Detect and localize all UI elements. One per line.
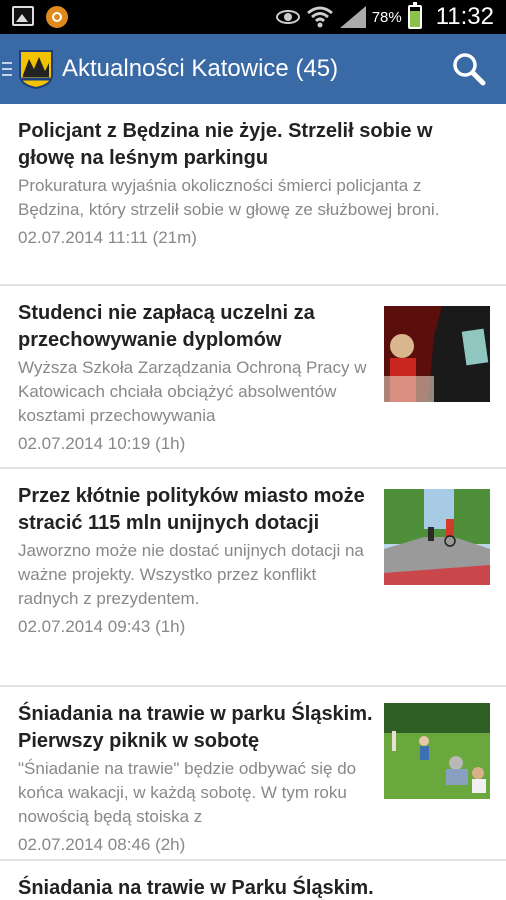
search-icon[interactable] [452,52,486,86]
status-bar: 78% 11:32 [0,0,506,34]
image-icon [12,6,34,26]
menu-icon[interactable] [2,62,12,76]
battery-percent: 78% [371,8,402,26]
news-summary: Jaworzno może nie dostać unijnych dotacj… [18,541,364,608]
news-item-text: Śniadania na trawie w Parku Śląskim. [18,875,488,900]
news-summary: Wyższa Szkoła Zarządzania Ochroną Pracy … [18,358,367,425]
eye-icon [275,10,300,24]
news-item[interactable]: Śniadania na trawie w parku Śląskim. Pie… [0,687,506,861]
battery-icon [407,2,422,29]
app-title: Aktualności Katowice (45) [62,55,339,82]
action-bar: Aktualności Katowice (45) [0,34,506,104]
sync-app-icon [46,6,68,28]
news-title: Przez kłótnie polityków miasto może stra… [18,485,365,534]
wifi-icon [306,6,333,28]
news-summary: Prokuratura wyjaśnia okoliczności śmierc… [18,176,440,219]
park-picnic-photo [384,703,490,799]
news-item-text: Policjant z Będzina nie żyje. Strzelił s… [18,118,488,250]
news-item[interactable]: Policjant z Będzina nie żyje. Strzelił s… [0,104,506,286]
clock: 11:32 [435,3,494,30]
city-logo-icon[interactable] [18,49,54,89]
news-item[interactable]: Studenci nie zapłacą uczelni za przechow… [0,286,506,469]
news-summary: "Śniadanie na trawie" będzie odbywać się… [18,759,357,826]
news-item[interactable]: Przez kłótnie polityków miasto może stra… [0,469,506,687]
news-title: Śniadania na trawie w Parku Śląskim. [18,877,374,899]
signal-icon [339,6,366,28]
news-list: Policjant z Będzina nie żyje. Strzelił s… [0,104,506,900]
news-item[interactable]: Śniadania na trawie w Parku Śląskim. [0,861,506,900]
news-date: 02.07.2014 11:11 (21m) [18,228,197,247]
news-title: Śniadania na trawie w parku Śląskim. Pie… [18,703,373,752]
news-date: 02.07.2014 09:43 (1h) [18,617,186,636]
news-date: 02.07.2014 08:46 (2h) [18,835,186,854]
graduation-photo [384,306,490,402]
system-icons: 78% 11:32 [275,0,494,34]
bike-path-photo [384,489,490,585]
news-title: Studenci nie zapłacą uczelni za przechow… [18,302,315,351]
news-date: 02.07.2014 10:19 (1h) [18,434,186,453]
news-title: Policjant z Będzina nie żyje. Strzelił s… [18,120,433,169]
notification-icons [12,6,68,28]
